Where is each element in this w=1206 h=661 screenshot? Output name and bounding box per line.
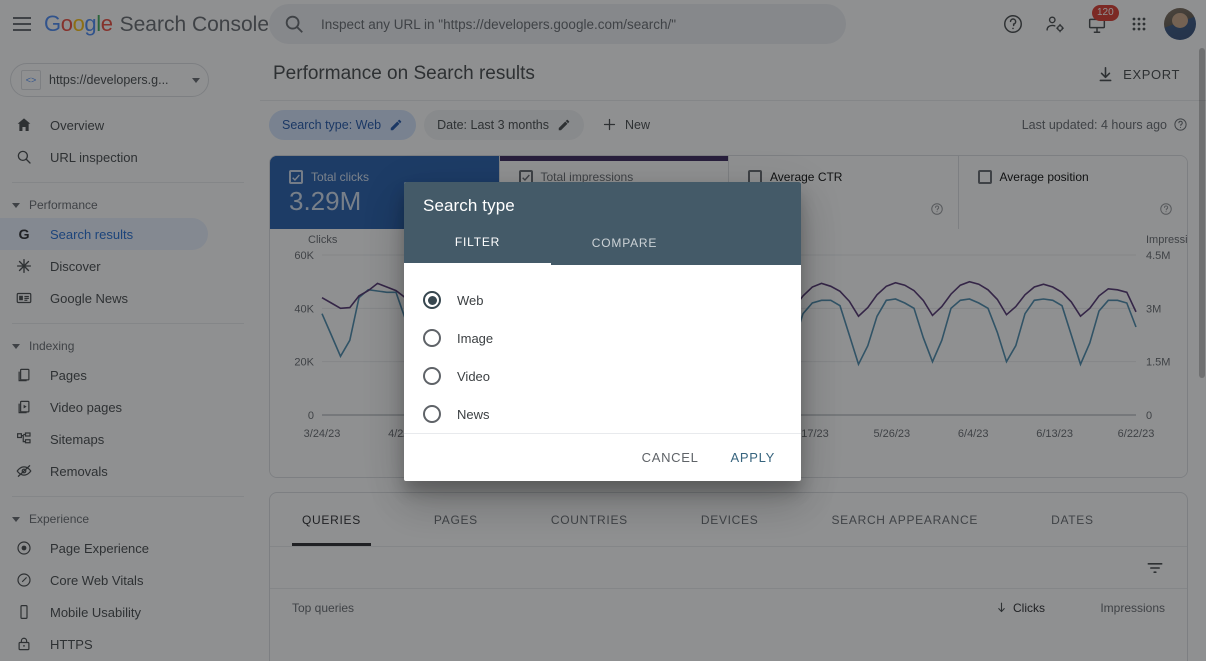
apply-button[interactable]: APPLY <box>721 442 785 473</box>
search-type-dialog: Search type FILTER COMPARE Web Image Vid… <box>404 182 801 481</box>
radio-option-image[interactable]: Image <box>423 319 801 357</box>
radio-button-unselected[interactable] <box>423 367 441 385</box>
dialog-tab-filter[interactable]: FILTER <box>404 221 551 265</box>
radio-label: Video <box>457 369 490 384</box>
search-console-app: Google Search Console Inspect any URL in… <box>0 0 1206 661</box>
dialog-header: Search type FILTER COMPARE <box>404 182 801 265</box>
radio-button-selected[interactable] <box>423 291 441 309</box>
dialog-tab-compare[interactable]: COMPARE <box>551 221 698 265</box>
radio-option-video[interactable]: Video <box>423 357 801 395</box>
radio-option-web[interactable]: Web <box>423 281 801 319</box>
radio-button-unselected[interactable] <box>423 329 441 347</box>
radio-label: Web <box>457 293 484 308</box>
page-scrollbar[interactable] <box>1198 48 1206 661</box>
dialog-tab-label: COMPARE <box>592 236 657 250</box>
scrollbar-thumb[interactable] <box>1199 48 1205 378</box>
radio-label: News <box>457 407 490 422</box>
radio-label: Image <box>457 331 493 346</box>
dialog-footer: CANCEL APPLY <box>404 433 801 481</box>
dialog-body: Web Image Video News <box>404 265 801 433</box>
cancel-button[interactable]: CANCEL <box>632 442 709 473</box>
radio-button-unselected[interactable] <box>423 405 441 423</box>
dialog-title: Search type <box>423 196 801 216</box>
dialog-tab-label: FILTER <box>455 235 500 249</box>
dialog-tabs: FILTER COMPARE <box>404 221 698 265</box>
radio-option-news[interactable]: News <box>423 395 801 433</box>
